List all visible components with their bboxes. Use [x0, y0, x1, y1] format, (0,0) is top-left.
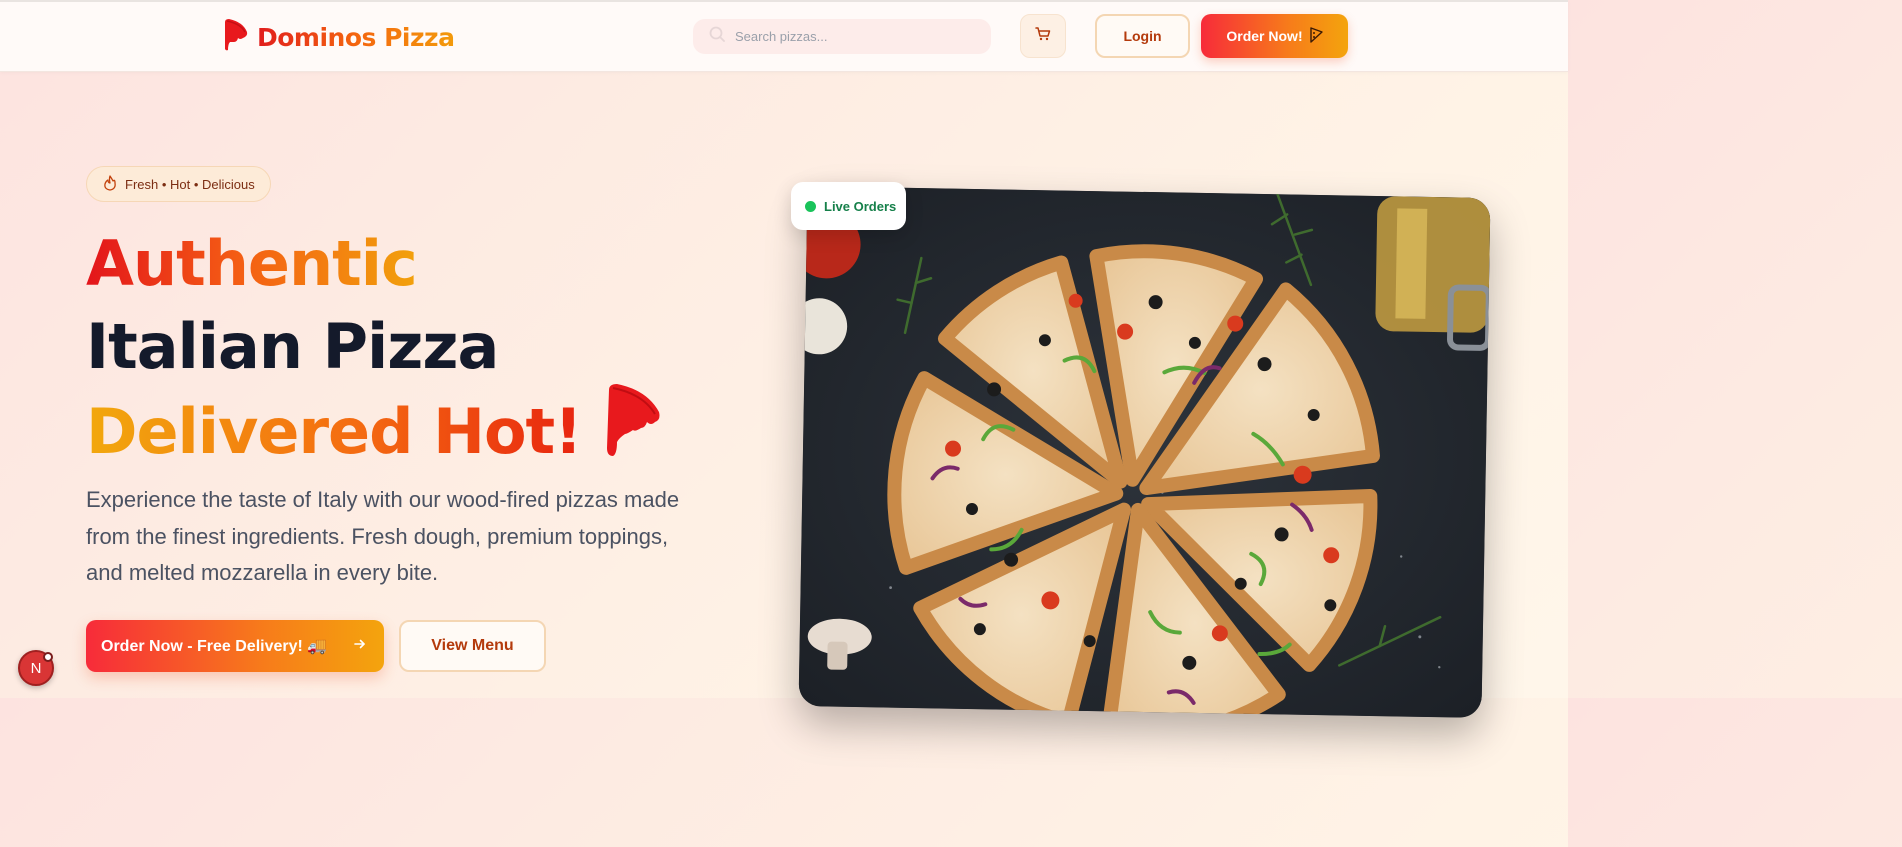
headline-line-3: Delivered Hot!	[86, 390, 582, 473]
brand-name: Dominos Pizza	[257, 22, 455, 52]
flame-icon	[103, 174, 117, 194]
order-free-delivery-button[interactable]: Order Now - Free Delivery! 🚚	[86, 620, 384, 672]
search-input[interactable]	[735, 29, 965, 44]
dev-tools-badge[interactable]: N	[18, 650, 54, 686]
headline-line-1: Authentic	[86, 222, 418, 305]
tagline-text: Fresh • Hot • Delicious	[125, 176, 255, 192]
pizza-slice-icon	[221, 18, 249, 57]
search-box[interactable]	[693, 19, 991, 54]
notification-dot	[43, 652, 53, 662]
tagline-badge: Fresh • Hot • Delicious	[86, 166, 271, 202]
order-now-button[interactable]: Order Now!	[1201, 14, 1348, 58]
cart-button[interactable]	[1020, 14, 1066, 58]
cart-icon	[1035, 26, 1051, 47]
view-menu-button[interactable]: View Menu	[399, 620, 546, 672]
live-orders-label: Live Orders	[824, 198, 897, 214]
pizza-icon	[1309, 26, 1323, 46]
arrow-right-icon	[352, 636, 368, 657]
headline-line-2: Italian Pizza	[86, 310, 499, 383]
hero-description: Experience the taste of Italy with our w…	[86, 487, 680, 585]
live-status-dot	[805, 200, 816, 212]
brand-logo[interactable]: Dominos Pizza	[221, 18, 455, 57]
live-orders-badge: Live Orders	[791, 182, 906, 230]
order-now-label: Order Now!	[1226, 28, 1303, 44]
dev-badge-letter: N	[30, 659, 42, 677]
hero-pizza-image	[798, 186, 1491, 718]
cta-primary-label: Order Now - Free Delivery! 🚚	[101, 638, 328, 655]
search-icon	[709, 26, 725, 47]
pizza-slice-icon	[603, 382, 663, 478]
hero-headline: Authentic Italian Pizza Delivered Hot!	[86, 222, 663, 484]
site-header: Dominos Pizza Login Order Now!	[0, 0, 1568, 72]
login-button[interactable]: Login	[1095, 14, 1190, 58]
